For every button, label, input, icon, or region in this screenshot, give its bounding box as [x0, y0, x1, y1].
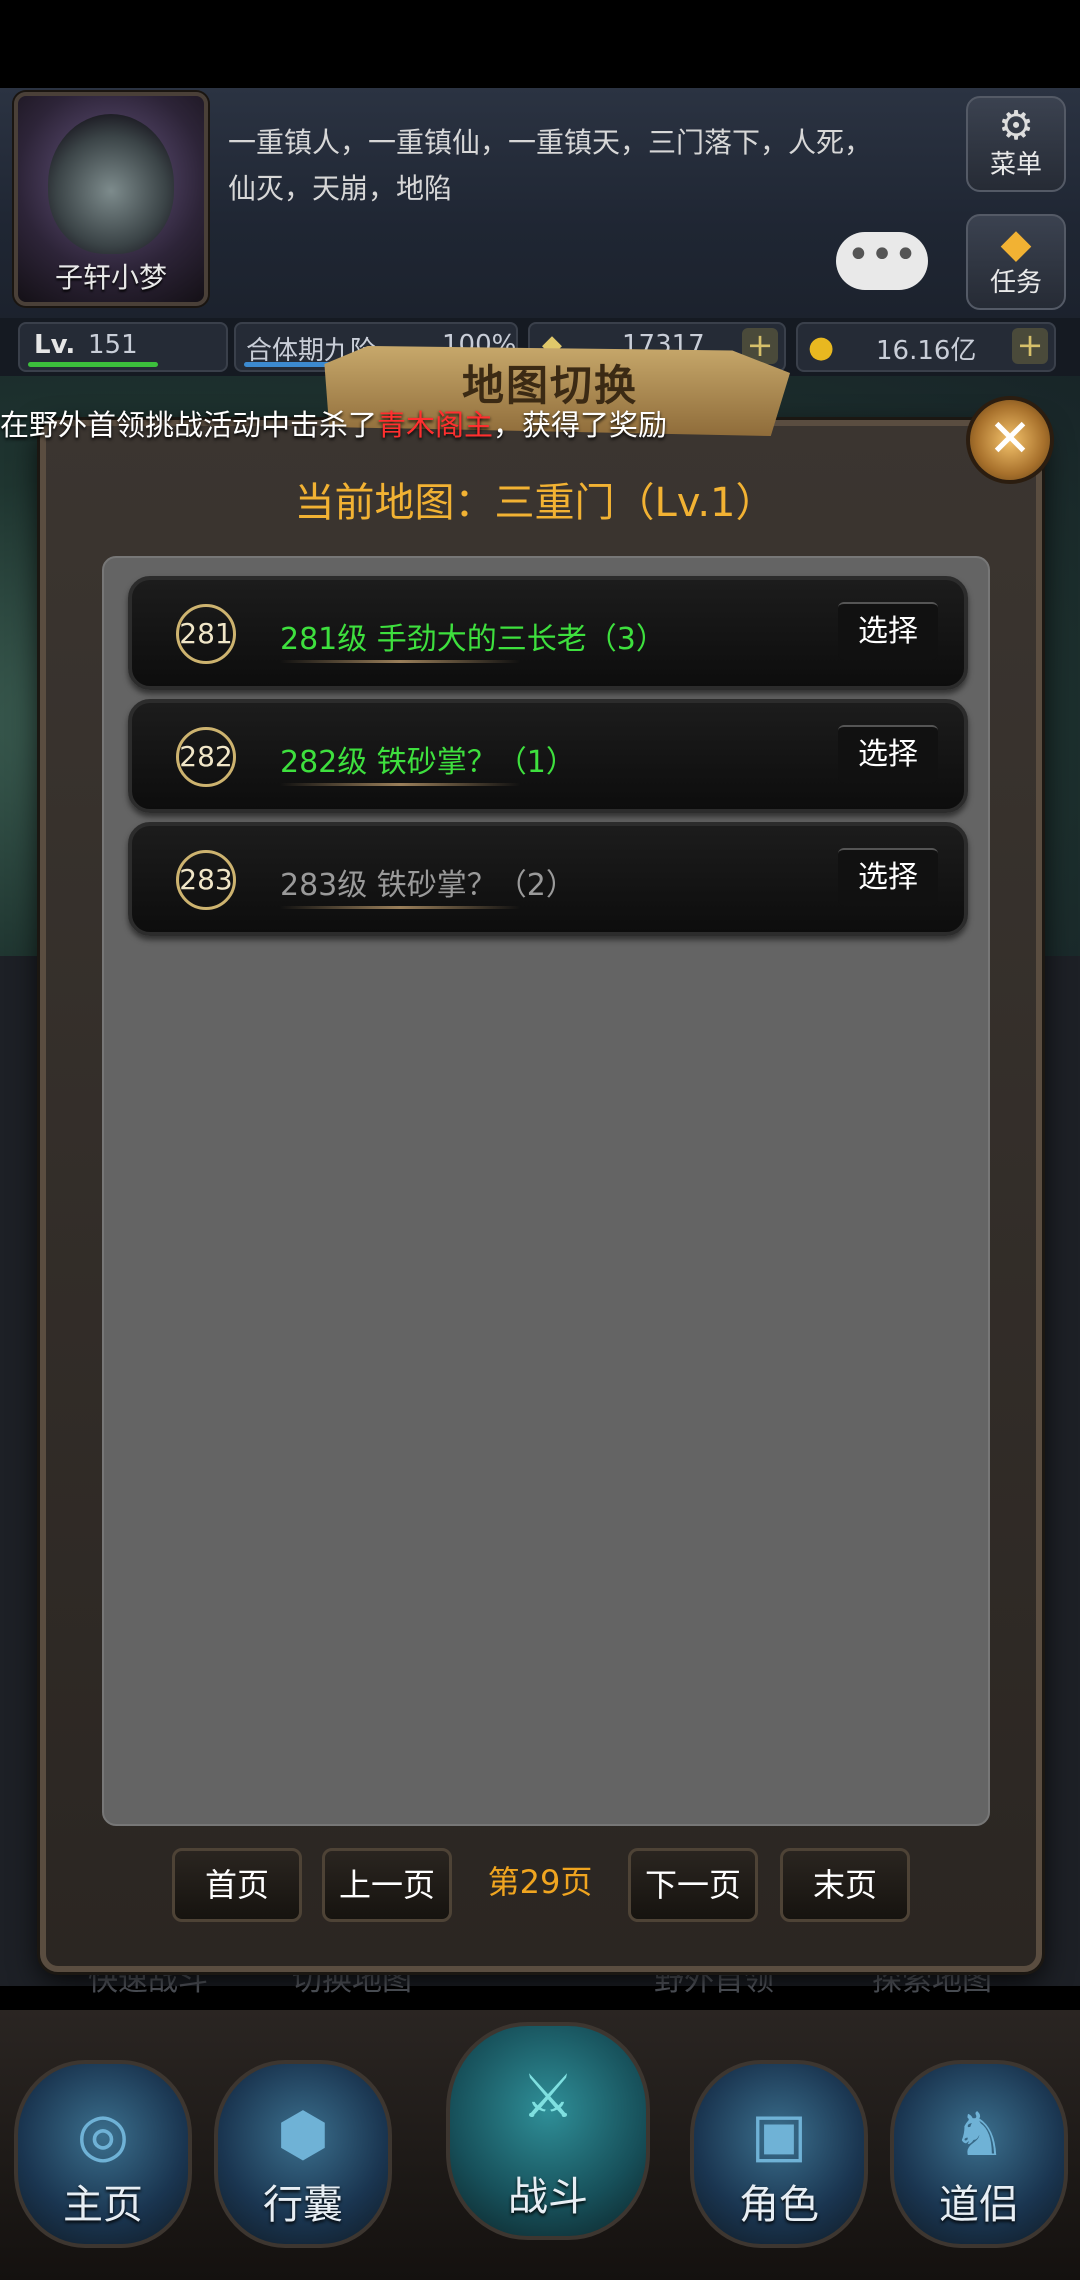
map-level-badge: 283 — [176, 850, 236, 910]
map-row: 281 281级 手劲大的三长老（3） 选择 — [128, 576, 968, 690]
map-name: 281级 手劲大的三长老（3） — [280, 622, 666, 657]
select-button[interactable]: 选择 — [838, 602, 938, 660]
announcement-boss: 青木阁主 — [377, 408, 494, 442]
map-name: 283级 铁砂掌？（2） — [280, 868, 576, 903]
gold-stat: ● 16.16亿 + — [796, 322, 1056, 372]
nav-bag-label: 行囊 — [263, 2182, 343, 2228]
nav-partner[interactable]: ♞ 道侣 — [890, 2060, 1068, 2248]
diamond-task-icon: ◆ — [1000, 221, 1032, 267]
map-row: 283 283级 铁砂掌？（2） 选择 — [128, 822, 968, 936]
first-page-button[interactable]: 首页 — [172, 1848, 302, 1922]
motto-line-2: 仙灭，天崩，地陷 — [228, 172, 453, 205]
current-map-label: 当前地图：三重门（Lv.1） — [294, 480, 776, 526]
map-name: 282级 铁砂掌？（1） — [280, 745, 576, 780]
menu-label: 菜单 — [989, 150, 1042, 180]
bag-icon: ⬢ — [276, 2100, 330, 2170]
select-button[interactable]: 选择 — [838, 725, 938, 783]
level-stat: Lv. 151 — [18, 322, 228, 372]
nav-battle[interactable]: ⚔ 战斗 — [446, 2022, 650, 2240]
announcement-prefix: 在野外首领挑战活动中击杀了 — [0, 408, 378, 442]
level-prefix: Lv. — [34, 330, 76, 360]
nav-character[interactable]: ▣ 角色 — [690, 2060, 868, 2248]
player-name: 子轩小梦 — [54, 261, 167, 294]
level-exp-bar — [28, 362, 158, 367]
player-motto: 一重镇人，一重镇仙，一重镇天，三门落下，人死， 仙灭，天崩，地陷 — [228, 120, 918, 212]
close-x-icon: ✕ — [988, 409, 1032, 469]
motto-line-1: 一重镇人，一重镇仙，一重镇天，三门落下，人死， — [228, 126, 873, 159]
nav-partner-label: 道侣 — [939, 2182, 1019, 2228]
nav-home[interactable]: ◎ 主页 — [14, 2060, 192, 2248]
prev-page-button[interactable]: 上一页 — [322, 1848, 452, 1922]
row-divider — [280, 783, 520, 786]
add-gold-button[interactable]: + — [1012, 328, 1048, 364]
current-page-label: 第29页 — [487, 1863, 593, 1901]
task-button[interactable]: ◆ 任务 — [966, 214, 1066, 310]
row-divider — [280, 660, 520, 663]
nav-home-label: 主页 — [63, 2182, 143, 2228]
next-page-button[interactable]: 下一页 — [628, 1848, 758, 1922]
sword-icon: ⚔ — [521, 2062, 575, 2132]
level-value: 151 — [88, 330, 138, 360]
task-label: 任务 — [989, 268, 1042, 298]
menu-button[interactable]: ⚙ 菜单 — [966, 96, 1066, 192]
nav-bag[interactable]: ⬢ 行囊 — [214, 2060, 392, 2248]
home-swirl-icon: ◎ — [76, 2100, 130, 2170]
top-status-strip — [0, 0, 1080, 88]
map-level-badge: 281 — [176, 604, 236, 664]
announcement-ticker: 在野外首领挑战活动中击杀了青木阁主，获得了奖励 — [0, 402, 760, 446]
chat-bubble-icon[interactable]: ••• — [836, 232, 928, 290]
chest-icon: ▣ — [750, 2100, 808, 2170]
last-page-button[interactable]: 末页 — [780, 1848, 910, 1922]
map-level-badge: 282 — [176, 727, 236, 787]
gear-icon: ⚙ — [998, 103, 1034, 149]
dragon-icon: ♞ — [952, 2100, 1006, 2170]
gold-value: 16.16亿 — [876, 336, 977, 366]
select-button[interactable]: 选择 — [838, 848, 938, 906]
avatar-portrait — [48, 114, 174, 254]
announcement-suffix: ，获得了奖励 — [493, 408, 668, 442]
nav-character-label: 角色 — [739, 2182, 819, 2228]
map-row: 282 282级 铁砂掌？（1） 选择 — [128, 699, 968, 813]
nav-battle-label: 战斗 — [508, 2174, 588, 2220]
gold-coin-icon: ● — [808, 330, 835, 365]
player-avatar[interactable]: 子轩小梦 — [14, 92, 208, 306]
row-divider — [280, 906, 520, 909]
